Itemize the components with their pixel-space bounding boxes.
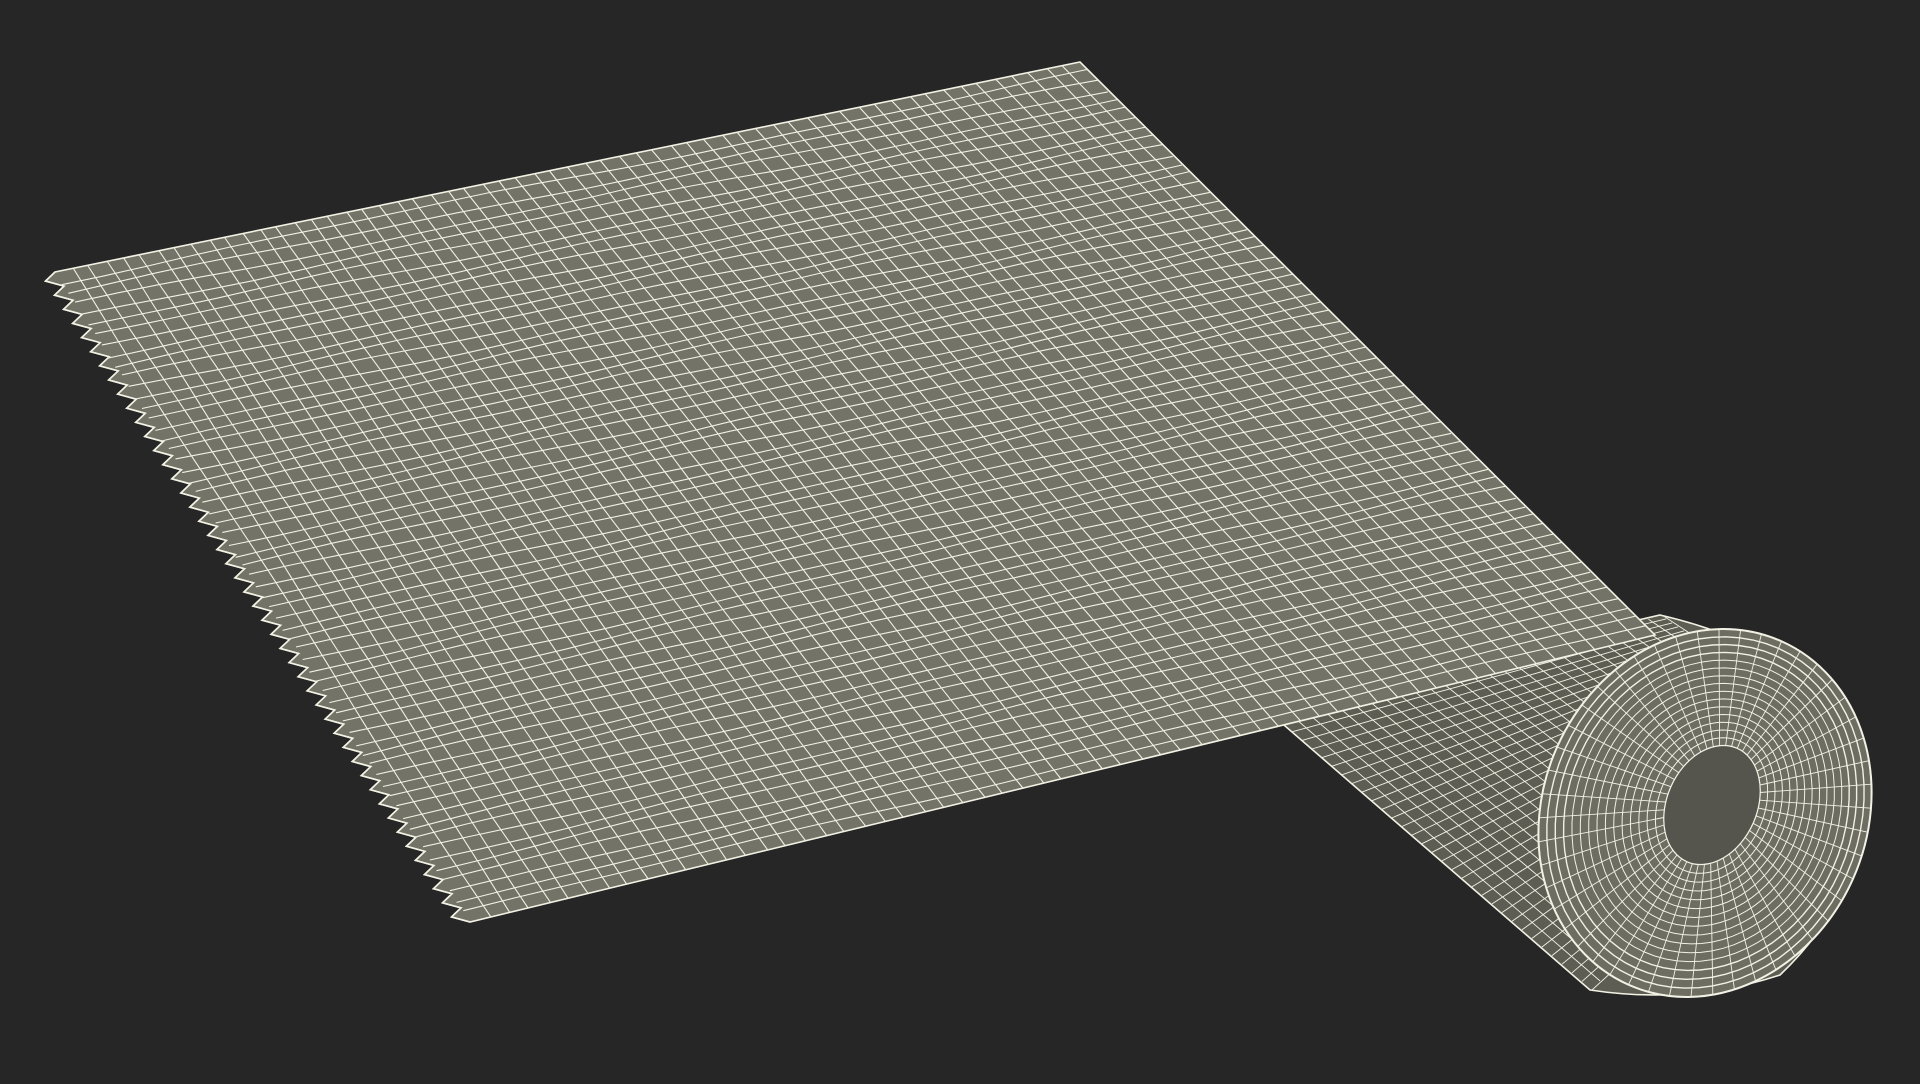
mesh-edge <box>1718 629 1721 746</box>
wireframe-render <box>43 61 1873 998</box>
viewport <box>0 0 1920 1080</box>
